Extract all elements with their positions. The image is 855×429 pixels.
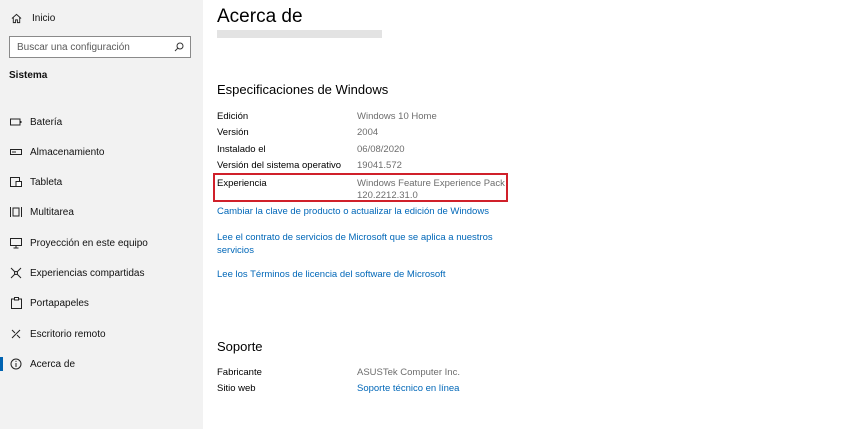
sidebar-item-label: Acerca de — [30, 358, 76, 370]
main-content: Acerca de Especificaciones de Windows Ed… — [203, 0, 855, 429]
sidebar-item-label: Portapapeles — [30, 297, 89, 309]
spec-key: Versión del sistema operativo — [217, 160, 342, 171]
sidebar-item-label: Escritorio remoto — [30, 328, 106, 340]
search-box[interactable] — [9, 36, 191, 58]
spec-value: 2004 — [357, 127, 379, 138]
support-key: Fabricante — [217, 367, 262, 378]
sidebar-item-bateria[interactable]: Batería — [0, 111, 203, 133]
search-icon[interactable] — [174, 42, 184, 52]
sidebar-item-label: Tableta — [30, 176, 63, 188]
sidebar-item-acerca-de[interactable]: Acerca de — [0, 353, 203, 375]
sidebar-item-label: Batería — [30, 116, 63, 128]
spec-value: 06/08/2020 — [357, 144, 405, 155]
projection-icon — [10, 237, 22, 249]
section-title: Sistema — [9, 70, 48, 81]
shared-experiences-icon — [10, 267, 22, 279]
search-input[interactable] — [17, 41, 167, 53]
home-icon — [11, 13, 22, 23]
sidebar-item-proyeccion[interactable]: Proyección en este equipo — [0, 232, 203, 254]
battery-icon — [10, 116, 22, 128]
sidebar-item-label: Experiencias compartidas — [30, 267, 145, 279]
spec-value: 19041.572 — [357, 160, 402, 171]
multitasking-icon — [10, 206, 22, 218]
redacted-device-name — [217, 30, 382, 38]
support-key: Sitio web — [217, 383, 256, 394]
spec-key: Versión — [217, 127, 249, 138]
sidebar-item-label: Almacenamiento — [30, 146, 105, 158]
sidebar-item-tableta[interactable]: Tableta — [0, 171, 203, 193]
sidebar: Inicio Sistema Batería Almacenamiento Ta… — [0, 0, 203, 429]
support-heading: Soporte — [217, 339, 263, 354]
page-title: Acerca de — [217, 6, 303, 27]
highlight-box — [213, 173, 508, 202]
sidebar-item-escritorio-remoto[interactable]: Escritorio remoto — [0, 323, 203, 345]
tablet-icon — [10, 176, 22, 188]
sidebar-item-experiencias-compartidas[interactable]: Experiencias compartidas — [0, 262, 203, 284]
info-icon — [10, 358, 22, 370]
change-product-key-link[interactable]: Cambiar la clave de producto o actualiza… — [217, 206, 489, 219]
support-website-link[interactable]: Soporte técnico en línea — [357, 383, 527, 395]
spec-key: Edición — [217, 111, 249, 122]
home-link[interactable]: Inicio — [11, 9, 55, 27]
spec-key: Instalado el — [217, 144, 266, 155]
sidebar-item-almacenamiento[interactable]: Almacenamiento — [0, 141, 203, 163]
spec-value: Windows 10 Home — [357, 111, 437, 122]
sidebar-item-label: Multitarea — [30, 206, 74, 218]
services-agreement-link[interactable]: Lee el contrato de servicios de Microsof… — [217, 232, 517, 257]
remote-desktop-icon — [10, 328, 22, 340]
clipboard-icon — [10, 297, 22, 309]
sidebar-item-label: Proyección en este equipo — [30, 237, 148, 249]
license-terms-link[interactable]: Lee los Términos de licencia del softwar… — [217, 269, 445, 282]
windows-specs-heading: Especificaciones de Windows — [217, 82, 389, 97]
sidebar-item-portapapeles[interactable]: Portapapeles — [0, 292, 203, 314]
storage-icon — [10, 146, 22, 158]
support-value: ASUSTek Computer Inc. — [357, 367, 460, 378]
home-label: Inicio — [32, 12, 56, 24]
sidebar-item-multitarea[interactable]: Multitarea — [0, 201, 203, 223]
